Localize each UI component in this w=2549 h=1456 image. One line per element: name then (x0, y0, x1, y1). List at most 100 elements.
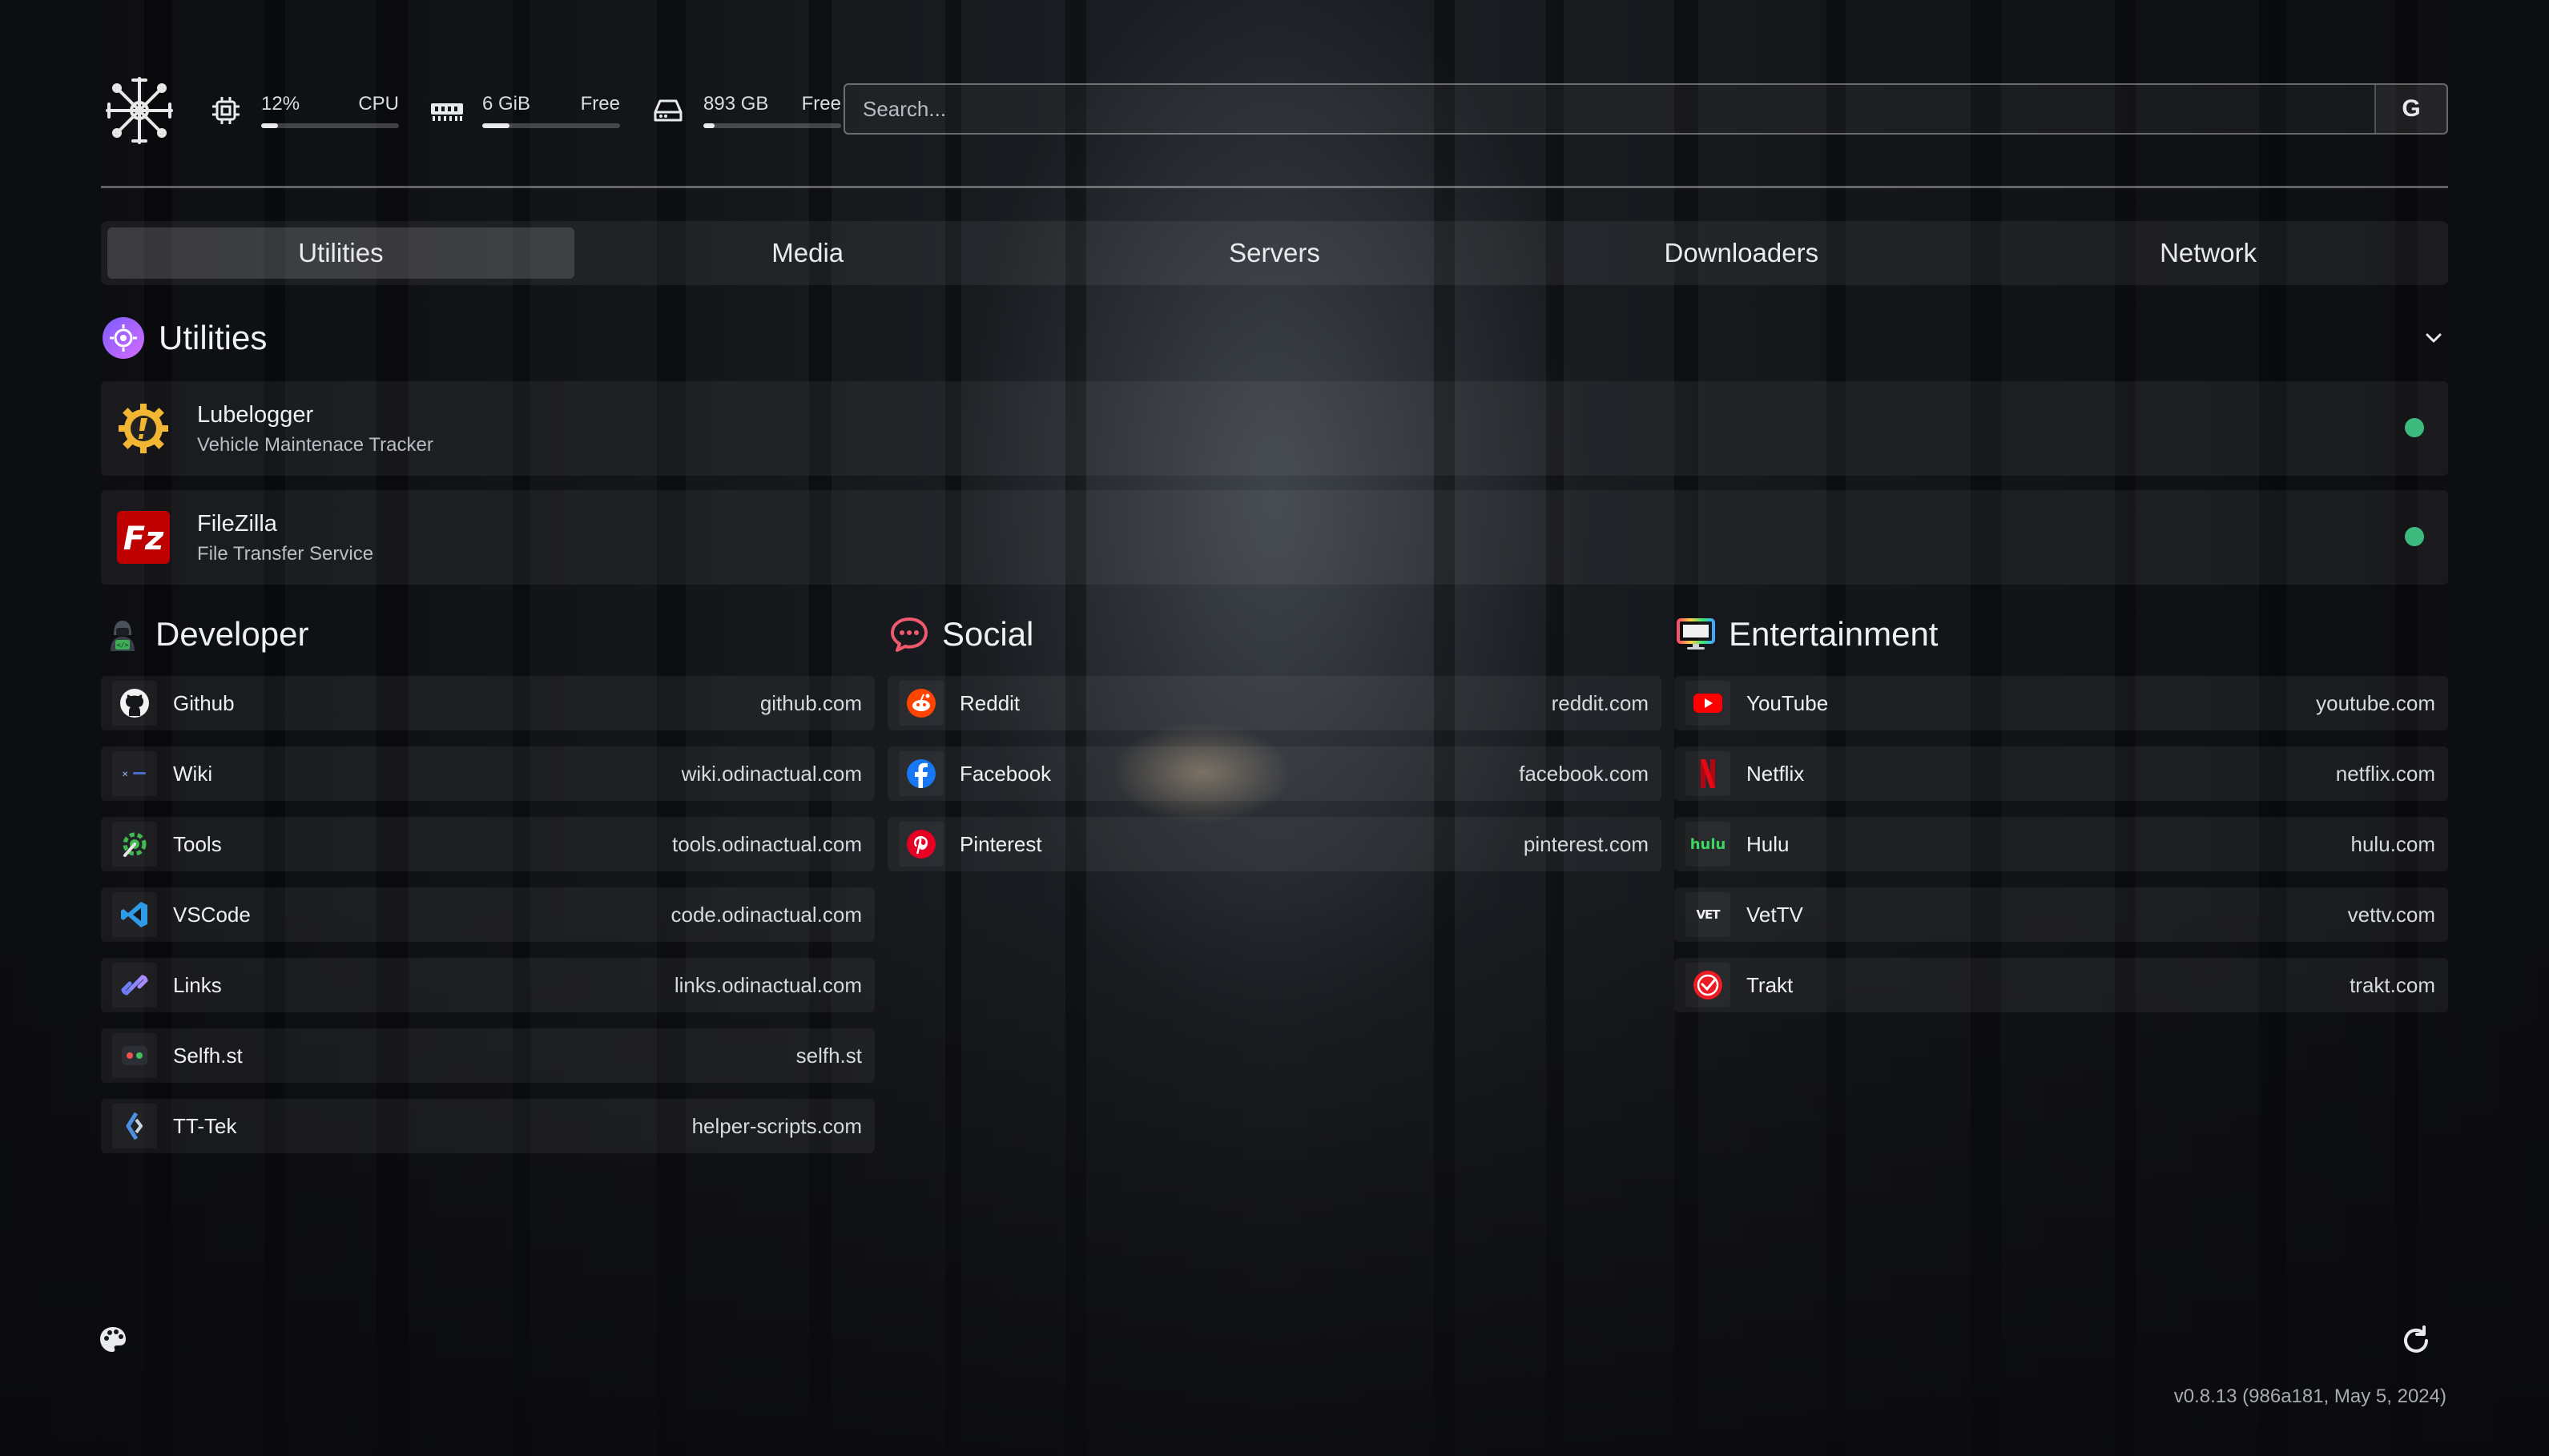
refresh-icon[interactable] (2400, 1325, 2432, 1357)
bookmark-url: vettv.com (2347, 902, 2435, 927)
pinterest-icon (899, 822, 944, 867)
tab-utilities[interactable]: Utilities (107, 227, 574, 279)
bookmark-facebook[interactable]: Facebook facebook.com (888, 746, 1661, 801)
bookmark-selfhst[interactable]: Selfh.st selfh.st (101, 1028, 875, 1083)
service-description: Vehicle Maintenace Tracker (197, 434, 433, 456)
status-indicator (2405, 527, 2424, 546)
tab-servers[interactable]: Servers (1041, 227, 1508, 279)
palette-icon[interactable] (98, 1325, 128, 1355)
service-description: File Transfer Service (197, 543, 374, 565)
tab-downloaders[interactable]: Downloaders (1508, 227, 1975, 279)
disk-bar (703, 123, 841, 128)
bookmark-pinterest[interactable]: Pinterest pinterest.com (888, 817, 1661, 871)
tab-bar: Utilities Media Servers Downloaders Netw… (101, 221, 2448, 285)
search-provider-button[interactable]: G (2374, 85, 2446, 133)
bookmark-links[interactable]: Links links.odinactual.com (101, 958, 875, 1012)
bookmark-name: Facebook (960, 761, 1052, 786)
bookmark-url: youtube.com (2316, 690, 2435, 715)
search-input[interactable] (845, 85, 2374, 133)
bookmark-youtube[interactable]: YouTube youtube.com (1674, 676, 2448, 730)
disk-value: 893 GB (703, 93, 769, 115)
bookmark-name: Hulu (1746, 831, 1790, 856)
tools-icon (112, 822, 157, 867)
memory-value: 6 GiB (482, 93, 531, 115)
tttek-icon (112, 1104, 157, 1148)
hulu-logo-text: hulu (1689, 835, 1726, 853)
github-icon (112, 681, 157, 726)
service-card-lubelogger[interactable]: Lubelogger Vehicle Maintenace Tracker (101, 381, 2448, 476)
bookmark-name: Pinterest (960, 831, 1042, 856)
bookmark-url: trakt.com (2350, 972, 2435, 997)
bookmark-tools[interactable]: Tools tools.odinactual.com (101, 817, 875, 871)
bookmark-wiki[interactable]: ✕ Wiki wiki.odinactual.com (101, 746, 875, 801)
bookmark-name: Github (173, 690, 235, 715)
hard-drive-icon (650, 93, 686, 128)
disk-stat: 893 GB Free (650, 93, 841, 128)
cpu-label: CPU (358, 93, 399, 115)
disk-label: Free (801, 93, 841, 115)
wiki-icon: ✕ (112, 751, 157, 796)
memory-icon (429, 93, 465, 128)
tab-media[interactable]: Media (574, 227, 1041, 279)
bookmark-trakt[interactable]: Trakt trakt.com (1674, 958, 2448, 1012)
bookmark-vscode[interactable]: VSCode code.odinactual.com (101, 887, 875, 942)
bookmark-reddit[interactable]: Reddit reddit.com (888, 676, 1661, 730)
bookmark-url: netflix.com (2335, 761, 2435, 786)
bookmark-url: code.odinactual.com (670, 902, 862, 927)
bookmark-url: pinterest.com (1523, 831, 1649, 856)
bookmark-name: Tools (173, 831, 222, 856)
gear-flower-icon (101, 316, 146, 360)
version-label: v0.8.13 (986a181, May 5, 2024) (2173, 1386, 2446, 1407)
cpu-bar (261, 123, 399, 128)
tab-network[interactable]: Network (1975, 227, 2442, 279)
bookmark-name: VSCode (173, 902, 251, 927)
group-title-text: Entertainment (1729, 615, 1939, 653)
utilities-title: Utilities (159, 319, 268, 356)
service-name: Lubelogger (197, 402, 314, 428)
bookmark-name: Links (173, 972, 222, 997)
search-bar: G (844, 83, 2448, 135)
bookmark-url: reddit.com (1551, 690, 1649, 715)
utilities-section-title: Utilities (101, 316, 267, 360)
bookmark-url: wiki.odinactual.com (681, 761, 862, 786)
link-icon (112, 963, 157, 1008)
bookmark-url: facebook.com (1519, 761, 1649, 786)
bookmark-name: TT-Tek (173, 1113, 237, 1138)
group-title: </> Developer (101, 609, 875, 660)
bookmark-netflix[interactable]: Netflix netflix.com (1674, 746, 2448, 801)
tv-icon (1674, 613, 1717, 656)
bookmark-github[interactable]: Github github.com (101, 676, 875, 730)
cpu-stat: 12% CPU (208, 93, 399, 128)
bookmark-url: helper-scripts.com (691, 1113, 862, 1138)
reddit-icon (899, 681, 944, 726)
bookmark-name: VetTV (1746, 902, 1803, 927)
status-indicator (2405, 418, 2424, 437)
youtube-icon (1685, 681, 1730, 726)
svg-text:Fz: Fz (123, 521, 164, 557)
group-title: Entertainment (1674, 609, 2448, 660)
bookmark-name: Reddit (960, 690, 1021, 715)
vscode-icon (112, 892, 157, 937)
header-divider (101, 186, 2448, 188)
vegvisir-logo-icon (101, 72, 178, 149)
memory-label: Free (580, 93, 620, 115)
service-card-filezilla[interactable]: Fz FileZilla File Transfer Service (101, 490, 2448, 585)
netflix-icon (1685, 751, 1730, 796)
dashboard: 12% CPU 6 GiB Free 893 GB Free G (0, 0, 2549, 1456)
hulu-icon: hulu (1685, 822, 1730, 867)
bookmark-name: Netflix (1746, 761, 1805, 786)
chevron-down-icon[interactable] (2419, 324, 2448, 352)
cpu-value: 12% (261, 93, 300, 115)
bookmark-tttek[interactable]: TT-Tek helper-scripts.com (101, 1099, 875, 1153)
service-name: FileZilla (197, 511, 277, 537)
facebook-icon (899, 751, 944, 796)
developer-hacker-icon: </> (101, 613, 144, 656)
bookmark-group-developer: </> Developer Github github.com ✕ Wiki w… (101, 609, 875, 1153)
group-title-text: Developer (155, 615, 309, 653)
bookmark-hulu[interactable]: hulu Hulu hulu.com (1674, 817, 2448, 871)
bookmark-name: Trakt (1746, 972, 1794, 997)
bookmark-name: Wiki (173, 761, 213, 786)
vettv-logo-text: VET (1696, 907, 1720, 922)
lubelogger-icon (117, 402, 170, 455)
bookmark-vettv[interactable]: VET VetTV vettv.com (1674, 887, 2448, 942)
